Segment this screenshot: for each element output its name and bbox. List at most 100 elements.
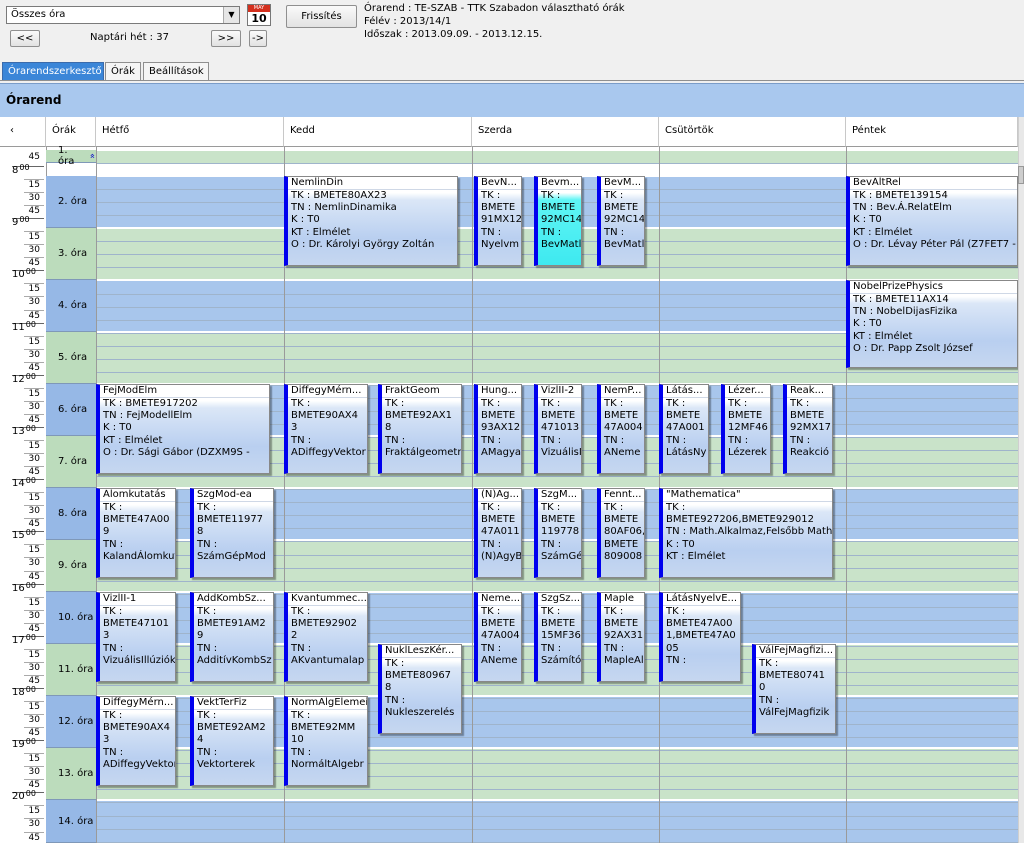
lesson-title: "Mathematica" (663, 489, 832, 502)
collapse-up-icon[interactable]: » (88, 153, 98, 159)
lesson-block[interactable]: SzgM... TK : BMETE 119778 TN : SzámGé (534, 488, 582, 578)
row-label: 12. óra (46, 696, 96, 748)
filter-combo-value: Összes óra (11, 9, 66, 20)
row-label: 8. óra (46, 488, 96, 540)
lesson-block[interactable]: VálFejMagfizi... TK : BMETE80741 0 TN : V… (752, 644, 836, 734)
next-week-button[interactable]: >> (211, 30, 241, 47)
quarter-line (96, 267, 1018, 269)
chevron-down-icon[interactable]: ▼ (223, 7, 239, 23)
minute-label: 30 (24, 244, 44, 255)
lesson-block[interactable]: NemlinDin TK : BMETE80AX23 TN : NemlinDin… (284, 176, 458, 266)
row-label: 4. óra (46, 280, 96, 332)
filter-combo[interactable]: Összes óra ▼ (6, 6, 240, 24)
row-label-text: 13. óra (58, 768, 94, 779)
lesson-title: FejModElm (100, 385, 269, 398)
minute-label: 30 (24, 348, 44, 360)
lesson-block[interactable]: NobelPrizePhysics TK : BMETE11AX14 TN : N… (846, 280, 1018, 368)
row-label: 13. óra (46, 748, 96, 800)
row-label-text: 7. óra (58, 456, 88, 467)
minute-label: 30 (24, 818, 44, 829)
row-band (46, 150, 1018, 163)
quarter-line (96, 789, 1018, 791)
hour-minute: 00 (25, 476, 36, 486)
lesson-details: TK : BMETE91AM2 9 TN : AdditívKombSz (197, 606, 272, 666)
quarter-line (96, 371, 1018, 373)
lesson-block[interactable]: VektTerFiz TK : BMETE92AM2 4 TN : Vektort… (190, 696, 274, 786)
hour-minute: 00 (25, 319, 36, 329)
quarter-line (96, 476, 1018, 478)
lesson-title: VektTerFiz (194, 697, 273, 710)
refresh-button[interactable]: Frissítés (286, 5, 357, 28)
lesson-block[interactable]: BevN... TK : BMETE 91MX12 TN : Nyelvm (474, 176, 522, 266)
lesson-details: TK : BMETE11977 8 TN : SzámGépMod (197, 502, 266, 562)
lesson-details: TK : BMETE92AX1 8 TN : Fraktálgeometr (385, 398, 461, 458)
lesson-block[interactable]: NemP... TK : BMETE 47A004 TN : ANeme (597, 384, 645, 474)
lesson-details: TK : BMETE 15MF36 TN : Számító (541, 606, 581, 666)
corner-cell[interactable]: ‹ (0, 117, 46, 147)
hour-label: 800 (12, 163, 44, 178)
lesson-details: TK : BMETE 47A004 TN : ANeme (604, 398, 643, 458)
header-day-wednesday: Szerda (472, 117, 659, 147)
lesson-block[interactable]: BevÁltRel TK : BMETE139154 TN : Bev.Á.Rel… (846, 176, 1018, 266)
lesson-details: TK : BMETE47A00 9 TN : KalandÁlomkut (103, 502, 175, 562)
lesson-block[interactable]: Maple TK : BMETE 92AX31 TN : MapleAl (597, 592, 645, 682)
lesson-block[interactable]: FraktGeom TK : BMETE92AX1 8 TN : Fraktálg… (378, 384, 462, 474)
vertical-scrollbar[interactable] (1018, 117, 1024, 843)
quarter-line (96, 828, 1018, 830)
lesson-block[interactable]: AddKombSz... TK : BMETE91AM2 9 TN : Addit… (190, 592, 274, 682)
lesson-block[interactable]: DiffegyMérn... TK : BMETE90AX4 3 TN : ADi… (96, 696, 176, 786)
lesson-block[interactable]: Látás... TK : BMETE 47A001 TN : LátásNy (659, 384, 709, 474)
scrollbar-thumb[interactable] (1018, 166, 1024, 184)
lesson-block[interactable]: BevM... TK : BMETE 92MC14 TN : BevMatl (597, 176, 645, 266)
minute-label: 15 (24, 335, 44, 347)
lesson-title: NemP... (601, 385, 644, 398)
minute-label: 15 (24, 179, 44, 190)
lesson-block[interactable]: NuklLeszKér... TK : BMETE80967 8 TN : Nuk… (378, 644, 462, 734)
minute-label: 30 (24, 505, 44, 516)
lesson-block[interactable]: SzgMod-ea TK : BMETE11977 8 TN : SzámGépM… (190, 488, 274, 578)
lesson-block[interactable]: VizlII-2 TK : BMETE 471013 TN : VizuálisI… (534, 384, 582, 474)
calendar-icon[interactable]: MAY 10 (247, 4, 271, 26)
lesson-details: TK : BMETE 92MX17 TN : Reakció (790, 398, 831, 458)
lesson-block[interactable]: Hung... TK : BMETE 93AX12 TN : AMagya (474, 384, 522, 474)
prev-week-button[interactable]: << (10, 30, 40, 47)
hour-label: 1100 (12, 319, 44, 335)
tab-lessons[interactable]: Órák (105, 62, 141, 80)
lesson-block[interactable]: SzgSz... TK : BMETE 15MF36 TN : Számító (534, 592, 582, 682)
hour-minute: 00 (25, 371, 36, 381)
lesson-details: TK : BMETE139154 TN : Bev.Á.RelatElm K :… (853, 190, 1016, 250)
lesson-title: NuklLeszKér... (382, 645, 461, 658)
lesson-block[interactable]: "Mathematica" TK : BMETE927206,BMETE92901… (659, 488, 833, 578)
tab-timetable-editor[interactable]: Órarendszerkesztő (2, 62, 104, 80)
row-label-text: 3. óra (58, 248, 88, 259)
hour-number: 9 (12, 217, 19, 229)
jump-button[interactable]: -> (249, 30, 267, 47)
lesson-block[interactable]: Kvantummec... TK : BMETE92902 2 TN : AKva… (284, 592, 368, 682)
minute-label: 15 (24, 440, 44, 451)
lesson-block[interactable]: NormAlgElemei TK : BMETE92MM 10 TN : Norm… (284, 696, 368, 786)
row-label: 6. óra (46, 384, 96, 436)
timetable-grid: ‹ Órák Hétfő Kedd Szerda Csütörtök Pénte… (0, 117, 1018, 843)
lesson-block[interactable]: VizlII-1 TK : BMETE47101 3 TN : VizuálisI… (96, 592, 176, 682)
lesson-block[interactable]: Reak... TK : BMETE 92MX17 TN : Reakció (783, 384, 833, 474)
lesson-block[interactable]: Lézer... TK : BMETE 12MF46 TN : Lézerek (721, 384, 771, 474)
lesson-block[interactable]: Bevm... TK : BMETE 92MC14 TN : BevMatl (534, 176, 582, 266)
lesson-block[interactable]: Neme... TK : BMETE 47A004 TN : ANeme (474, 592, 522, 682)
hour-label: 900 (12, 215, 44, 230)
lesson-block[interactable]: Álomkutatás TK : BMETE47A00 9 TN : Kaland… (96, 488, 176, 578)
row-label-text: 1. óra (58, 145, 75, 167)
tab-settings[interactable]: Beállítások (143, 62, 209, 80)
hour-label: 1900 (12, 737, 44, 752)
lesson-block[interactable]: (N)Ag... TK : BMETE 47A011 TN : (N)AgyB (474, 488, 522, 578)
lesson-title: SzgM... (538, 489, 581, 502)
lesson-block[interactable]: LátásNyelvE... TK : BMETE47A00 1,BMETE47A… (659, 592, 741, 682)
lesson-title: NemlinDin (288, 177, 457, 190)
minute-label: 30 (24, 609, 44, 621)
lesson-block[interactable]: FejModElm TK : BMETE917202 TN : FejModell… (96, 384, 270, 474)
lesson-block[interactable]: DiffegyMérn... TK : BMETE90AX4 3 TN : ADi… (284, 384, 368, 474)
hour-number: 18 (12, 687, 25, 698)
row-label-text: 8. óra (58, 508, 88, 519)
lesson-block[interactable]: Fennt... TK : BMETE 80AF06, BMETE 809008 (597, 488, 645, 578)
scroll-left-icon[interactable]: ‹ (10, 125, 14, 136)
lesson-details: TK : BMETE 93AX12 TN : AMagya (481, 398, 521, 458)
